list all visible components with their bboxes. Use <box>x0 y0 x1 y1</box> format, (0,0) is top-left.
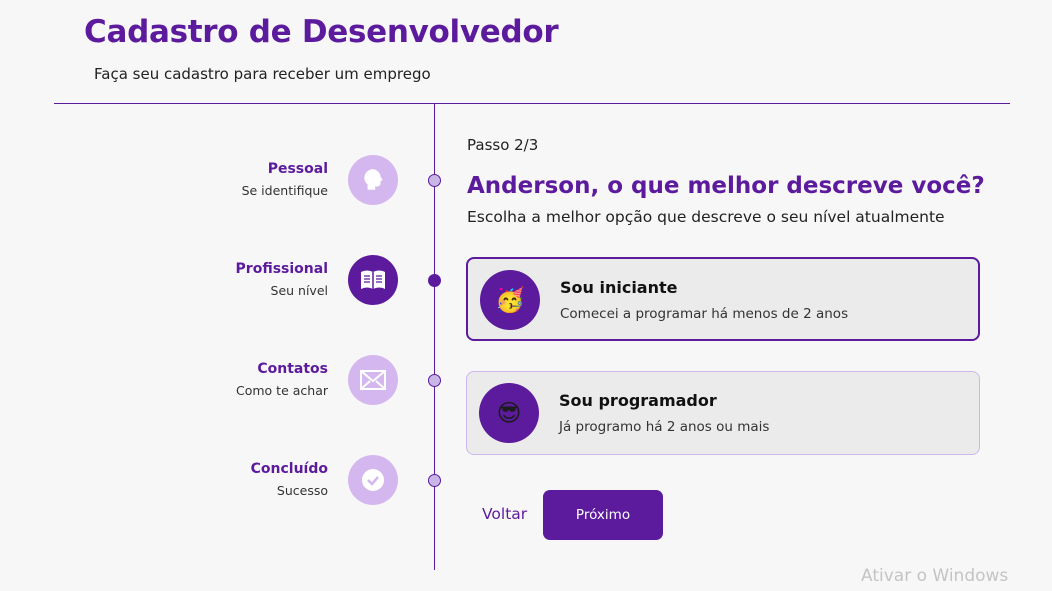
step-counter: Passo 2/3 <box>467 136 539 154</box>
book-icon <box>348 255 398 305</box>
next-button[interactable]: Próximo <box>543 490 663 540</box>
windows-activation-watermark: Ativar o Windows <box>861 566 1009 586</box>
option-beginner[interactable]: 🥳 Sou iniciante Comecei a programar há m… <box>466 257 980 341</box>
option-description: Já programo há 2 anos ou mais <box>559 419 770 435</box>
step-subtitle: Sucesso <box>276 483 328 498</box>
party-face-icon: 🥳 <box>480 270 540 330</box>
step-dot <box>428 474 441 487</box>
header-divider <box>54 103 1010 104</box>
step-subtitle: Seu nível <box>270 283 328 298</box>
check-icon <box>348 455 398 505</box>
step-dot <box>428 174 441 187</box>
speech-head-icon <box>348 155 398 205</box>
step-title: Profissional <box>235 261 328 277</box>
step-subtitle: Se identifique <box>241 183 328 198</box>
option-programmer[interactable]: 😎 Sou programador Já programo há 2 anos … <box>466 371 980 455</box>
step-title: Contatos <box>257 361 328 377</box>
step-dot <box>428 274 441 287</box>
back-button[interactable]: Voltar <box>482 505 527 523</box>
page-subtitle: Faça seu cadastro para receber um empreg… <box>94 65 431 83</box>
option-title: Sou programador <box>559 391 717 410</box>
step-subtitle: Como te achar <box>236 383 328 398</box>
question-hint: Escolha a melhor opção que descreve o se… <box>467 208 945 226</box>
sunglasses-face-icon: 😎 <box>479 383 539 443</box>
page-title: Cadastro de Desenvolvedor <box>84 14 559 50</box>
option-description: Comecei a programar há menos de 2 anos <box>560 306 849 322</box>
option-title: Sou iniciante <box>560 278 678 297</box>
envelope-icon <box>348 355 398 405</box>
step-dot <box>428 374 441 387</box>
step-title: Pessoal <box>267 161 328 177</box>
question-title: Anderson, o que melhor descreve você? <box>467 173 985 199</box>
step-title: Concluído <box>250 461 328 477</box>
